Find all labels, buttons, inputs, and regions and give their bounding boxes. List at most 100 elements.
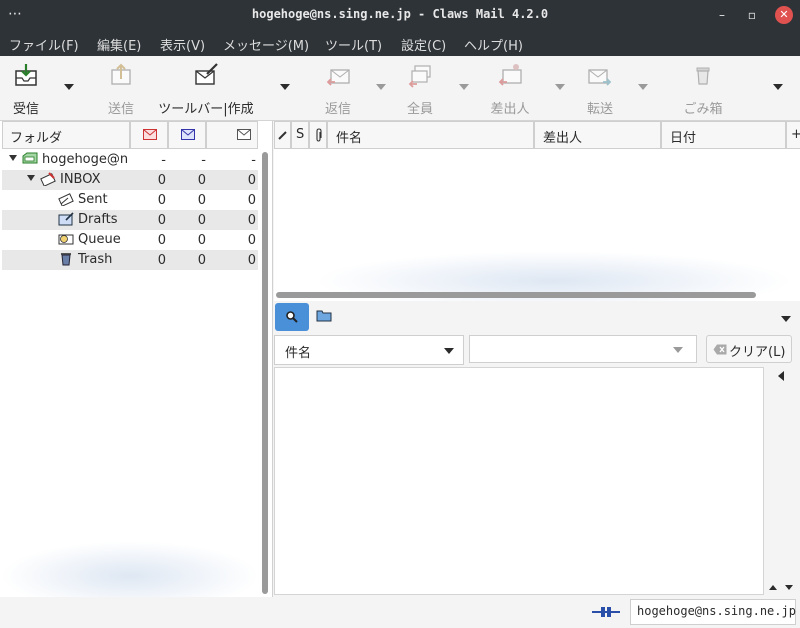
menu-help[interactable]: ヘルプ(H) xyxy=(464,35,523,54)
title-bar: ⋯ hogehoge@ns.sing.ne.jp - Claws Mail 4.… xyxy=(0,0,800,30)
reply-button[interactable]: 返信 xyxy=(322,62,354,117)
search-field-select[interactable]: 件名 xyxy=(274,335,464,365)
reply-icon xyxy=(326,69,350,86)
folder-row-trash[interactable]: Trash 0 0 0 xyxy=(2,250,258,270)
menu-edit[interactable]: 編集(E) xyxy=(97,35,141,54)
account-name: hogehoge@ns xyxy=(42,152,128,167)
new-column-header[interactable] xyxy=(168,121,206,149)
unread-mail-icon xyxy=(143,129,157,140)
trash-button[interactable]: ごみ箱 xyxy=(682,62,724,117)
search-tab[interactable] xyxy=(275,303,309,331)
folder-row-sent[interactable]: Sent 0 0 0 xyxy=(2,190,258,210)
folder-row-queue[interactable]: Queue 0 0 0 xyxy=(2,230,258,250)
search-icon xyxy=(286,311,298,323)
scroll-up-icon[interactable] xyxy=(769,585,777,590)
queue-icon xyxy=(58,234,74,245)
toolbar-overflow-icon[interactable] xyxy=(773,84,783,90)
message-list: S 件名 差出人 日付 + xyxy=(274,121,800,311)
inbox-icon xyxy=(40,172,56,186)
date-column-header[interactable]: 日付 xyxy=(661,121,786,149)
send-button[interactable]: 送信 xyxy=(104,62,138,117)
account-unread: - xyxy=(161,153,166,168)
forward-dropdown-icon[interactable] xyxy=(638,84,648,90)
folder-row-drafts[interactable]: Drafts 0 0 0 xyxy=(2,210,258,230)
folder-total: 0 xyxy=(247,253,256,268)
search-tab-menu-icon[interactable] xyxy=(781,316,791,322)
account-status-button[interactable]: hogehoge@ns.sing.ne.jp xyxy=(630,599,796,625)
folder-row-inbox[interactable]: INBOX 0 0 0 xyxy=(2,170,258,190)
attachment-column-header[interactable] xyxy=(309,121,327,149)
collapse-icon[interactable] xyxy=(778,371,784,381)
folder-name: Trash xyxy=(78,252,113,267)
window-title: hogehoge@ns.sing.ne.jp - Claws Mail 4.2.… xyxy=(251,7,549,21)
pencil-icon xyxy=(278,131,287,140)
mark-column-header[interactable] xyxy=(274,121,291,149)
folder-total: 0 xyxy=(247,173,256,188)
from-column-label: 差出人 xyxy=(543,131,583,146)
reply-sender-dropdown-icon[interactable] xyxy=(555,84,565,90)
reply-sender-button[interactable]: 差出人 xyxy=(489,62,531,117)
receive-button[interactable]: 受信 xyxy=(8,62,44,117)
send-label: 送信 xyxy=(107,102,134,117)
account-status-label: hogehoge@ns.sing.ne.jp xyxy=(637,604,796,618)
clear-icon xyxy=(713,344,727,355)
folder-new: 0 xyxy=(197,173,206,188)
reply-dropdown-icon[interactable] xyxy=(376,84,386,90)
scroll-down-icon[interactable] xyxy=(785,585,793,590)
receive-label: 受信 xyxy=(12,102,39,117)
menu-message[interactable]: メッセージ(M) xyxy=(223,35,309,54)
folder-tab-icon[interactable] xyxy=(316,309,332,322)
more-column-header[interactable]: + xyxy=(786,121,800,149)
folder-row-account[interactable]: hogehoge@ns - - - xyxy=(2,150,258,170)
chevron-down-icon xyxy=(444,348,454,354)
message-list-scrollbar[interactable] xyxy=(276,292,756,298)
menu-tools[interactable]: ツール(T) xyxy=(325,35,382,54)
maximize-icon[interactable]: ▫ xyxy=(742,5,762,25)
minimize-icon[interactable]: – xyxy=(712,5,732,25)
folder-new: 0 xyxy=(197,253,206,268)
quick-search-bar: 件名 クリア(L) xyxy=(274,301,800,365)
expand-icon[interactable] xyxy=(9,155,17,161)
menu-file[interactable]: ファイル(F) xyxy=(9,35,79,54)
forward-icon xyxy=(588,69,612,86)
subject-column-header[interactable]: 件名 xyxy=(327,121,534,149)
close-icon[interactable]: ✕ xyxy=(775,6,793,24)
folder-name: Sent xyxy=(78,192,108,207)
reply-all-icon xyxy=(408,65,431,88)
search-history-icon[interactable] xyxy=(673,347,683,353)
status-bar: hogehoge@ns.sing.ne.jp xyxy=(0,597,800,628)
folder-new: 0 xyxy=(197,233,206,248)
send-icon xyxy=(111,63,131,85)
menu-settings[interactable]: 設定(C) xyxy=(401,35,446,54)
account-total: - xyxy=(251,153,256,168)
folder-column-header[interactable]: フォルダ xyxy=(2,121,130,149)
folder-unread: 0 xyxy=(157,213,166,228)
reply-all-button[interactable]: 全員 xyxy=(406,62,434,117)
compose-button[interactable]: ツールバー|作成 xyxy=(156,62,256,117)
expand-icon[interactable] xyxy=(27,175,35,181)
menu-bar: ファイル(F) 編集(E) 表示(V) メッセージ(M) ツール(T) 設定(C… xyxy=(0,30,800,56)
from-column-header[interactable]: 差出人 xyxy=(534,121,661,149)
receive-dropdown-icon[interactable] xyxy=(64,84,74,90)
folder-header-label: フォルダ xyxy=(10,131,63,146)
compose-dropdown-icon[interactable] xyxy=(280,84,290,90)
reply-all-label: 全員 xyxy=(406,102,433,117)
more-column-label: + xyxy=(791,127,800,142)
menu-view[interactable]: 表示(V) xyxy=(160,35,205,54)
clear-button[interactable]: クリア(L) xyxy=(706,335,792,363)
reply-all-dropdown-icon[interactable] xyxy=(459,84,469,90)
folder-unread: 0 xyxy=(157,173,166,188)
folder-new: 0 xyxy=(197,193,206,208)
folder-scrollbar[interactable] xyxy=(262,152,268,594)
forward-button[interactable]: 転送 xyxy=(586,62,614,117)
total-column-header[interactable] xyxy=(206,121,258,149)
connection-icon[interactable] xyxy=(592,605,620,619)
status-column-label: S xyxy=(296,127,305,142)
account-new: - xyxy=(201,153,206,168)
compose-label: ツールバー|作成 xyxy=(158,102,254,117)
reply-sender-label: 差出人 xyxy=(490,102,530,117)
status-column-header[interactable]: S xyxy=(291,121,309,149)
preview-side-bar xyxy=(766,367,800,595)
unread-column-header[interactable] xyxy=(130,121,168,149)
mailbox-icon xyxy=(22,152,38,164)
